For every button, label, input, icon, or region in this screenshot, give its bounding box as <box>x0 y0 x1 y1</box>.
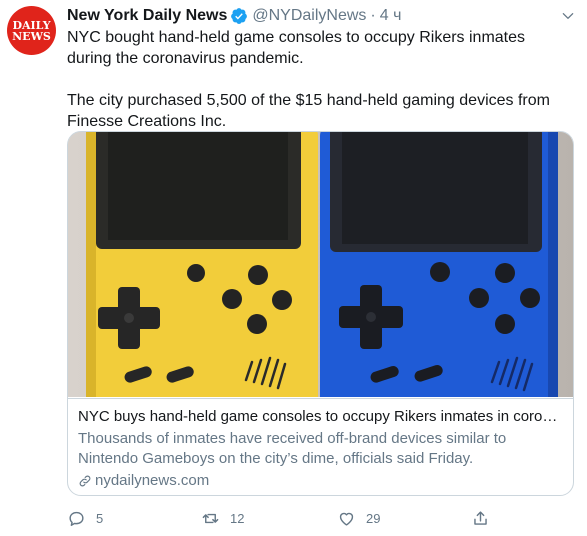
avatar-logo-line2: NEWS <box>12 29 51 43</box>
card-domain-text: nydailynews.com <box>95 472 210 489</box>
reply-button[interactable]: 5 <box>67 509 103 528</box>
avatar[interactable]: DAILY NEWS <box>7 6 56 55</box>
avatar-logo-line1: DAILY <box>12 18 51 32</box>
game-consoles-photo <box>68 132 573 397</box>
separator-dot: · <box>370 7 376 24</box>
blue-console <box>320 132 558 397</box>
share-icon <box>474 511 487 525</box>
tweet[interactable]: DAILY NEWS New York Daily News @NYDailyN… <box>0 0 587 536</box>
card-description: Thousands of inmates have received off-b… <box>78 430 507 467</box>
tweet-timestamp[interactable]: 4 ч <box>380 7 402 25</box>
tweet-text: NYC bought hand-held game consoles to oc… <box>67 27 572 132</box>
retweet-count: 12 <box>230 511 245 526</box>
link-icon <box>79 475 91 487</box>
chevron-down-icon[interactable] <box>561 9 575 23</box>
tweet-paragraph: NYC bought hand-held game consoles to oc… <box>67 29 526 67</box>
like-button[interactable]: 29 <box>337 509 380 528</box>
card-image[interactable] <box>68 132 573 397</box>
author-handle[interactable]: @NYDailyNews <box>252 7 366 25</box>
card-domain[interactable]: nydailynews.com <box>78 471 563 491</box>
link-card[interactable]: NYC buys hand-held game consoles to occu… <box>67 131 574 496</box>
tweet-header: New York Daily News @NYDailyNews · 4 ч <box>67 5 401 27</box>
heart-icon <box>339 512 354 526</box>
card-info[interactable]: NYC buys hand-held game consoles to occu… <box>68 398 573 495</box>
like-count: 29 <box>366 511 381 526</box>
retweet-icon <box>202 513 219 524</box>
share-button[interactable] <box>471 509 490 528</box>
card-title[interactable]: NYC buys hand-held game consoles to occu… <box>78 407 563 427</box>
yellow-console <box>86 132 318 397</box>
reply-icon <box>69 511 84 526</box>
tweet-actions: 5 12 29 <box>67 509 572 531</box>
tweet-paragraph: The city purchased 5,500 of the $15 hand… <box>67 92 550 130</box>
verified-badge-icon <box>231 8 248 24</box>
reply-count: 5 <box>96 511 104 526</box>
author-name[interactable]: New York Daily News <box>67 7 227 25</box>
retweet-button[interactable]: 12 <box>201 509 244 528</box>
